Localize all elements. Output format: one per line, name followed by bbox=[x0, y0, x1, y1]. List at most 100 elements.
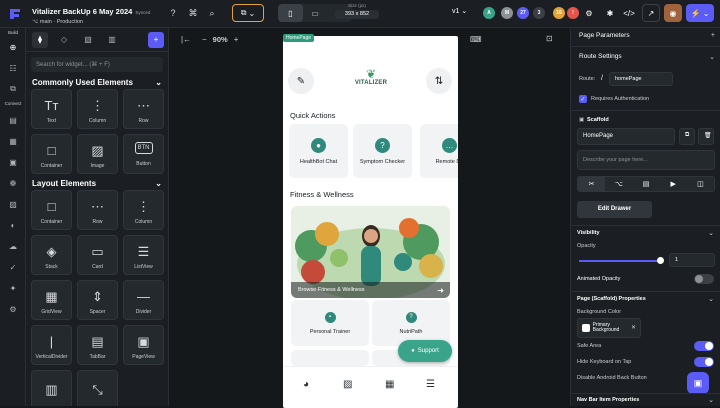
calendar-icon[interactable]: ▦ bbox=[385, 379, 394, 390]
preview-icon[interactable]: ◉ bbox=[664, 4, 682, 22]
widget-group-header[interactable]: Layout Elements ⌄ bbox=[26, 176, 168, 190]
command-icon[interactable]: ⌘ bbox=[186, 6, 200, 20]
widget-item[interactable]: ⋯ Row bbox=[123, 89, 164, 129]
quick-action-card[interactable]: ? Symptom Checker bbox=[353, 124, 412, 178]
route-input[interactable]: homePage bbox=[609, 72, 673, 86]
widget-item[interactable]: ⋮ Column bbox=[123, 190, 164, 230]
page-description-input[interactable]: Describe your page here... bbox=[577, 150, 715, 170]
widget-item[interactable]: ◈ Stack bbox=[31, 235, 72, 275]
widget-item[interactable]: □ Container bbox=[31, 134, 72, 174]
debug-icon[interactable]: ✱ bbox=[601, 4, 619, 22]
custom-widgets-tab[interactable]: ▥ bbox=[104, 32, 120, 48]
gallery-icon[interactable]: ▨ bbox=[343, 379, 352, 390]
keyboard-icon[interactable]: ⌨ bbox=[470, 35, 482, 44]
opacity-slider-thumb[interactable] bbox=[657, 257, 664, 264]
components-tab[interactable]: ◇ bbox=[56, 32, 72, 48]
animated-opacity-toggle[interactable] bbox=[694, 274, 714, 284]
widget-search-input[interactable]: Search for widget... (⌘ + F) bbox=[31, 57, 163, 72]
widget-item[interactable]: □ Container bbox=[31, 190, 72, 230]
widget-item[interactable]: BTN Button bbox=[123, 134, 164, 174]
widget-item[interactable]: ▦ GridView bbox=[31, 280, 72, 320]
delete-icon[interactable]: 🗑 bbox=[698, 128, 714, 145]
api-icon[interactable]: ▦ bbox=[6, 135, 20, 147]
widgets-icon[interactable]: ⊕ bbox=[6, 41, 20, 53]
agents-icon[interactable]: ✦ bbox=[6, 282, 20, 294]
support-button[interactable]: ● Support bbox=[398, 340, 452, 362]
layers-icon[interactable]: ◫ bbox=[687, 177, 714, 191]
widget-item[interactable]: ▨ Image bbox=[77, 134, 118, 174]
alert-badge[interactable]: ! bbox=[567, 7, 579, 19]
avatar[interactable]: M bbox=[501, 7, 513, 19]
size-display[interactable]: Size (px) 393 x 852 bbox=[335, 3, 379, 19]
zoom-out-button[interactable]: − bbox=[202, 35, 207, 44]
run-button[interactable]: ⚡ ⌄ bbox=[686, 4, 714, 22]
widget-item[interactable]: — Divider bbox=[123, 280, 164, 320]
widget-item[interactable]: ⋯ Row bbox=[77, 190, 118, 230]
phone-device-icon[interactable]: ▯ bbox=[278, 4, 303, 22]
device-selector[interactable]: ⧉ ⌄ bbox=[232, 4, 264, 22]
search-icon[interactable]: ⌕ bbox=[205, 6, 219, 20]
project-info[interactable]: Vitalizer BackUp 6 May 2024 Synced ⌥ main… bbox=[32, 2, 150, 26]
theme-icon[interactable]: ◐ bbox=[6, 219, 20, 231]
opacity-input[interactable]: 1 bbox=[669, 253, 715, 267]
widget-item[interactable]: ⇕ Spacer bbox=[77, 280, 118, 320]
widget-item[interactable]: ▣ PageView bbox=[123, 325, 164, 365]
chat-icon[interactable]: ▣ bbox=[687, 372, 709, 394]
copy-icon[interactable]: ⧉ bbox=[679, 128, 695, 145]
settings-icon[interactable]: ⚙ bbox=[580, 4, 598, 22]
sort-icon[interactable]: ⇅ bbox=[426, 68, 452, 94]
edit-icon[interactable]: ✎ bbox=[288, 68, 314, 94]
code-icon[interactable]: </> bbox=[620, 4, 638, 22]
avatar[interactable]: 27 bbox=[517, 7, 529, 19]
tool-icon[interactable]: ✂ bbox=[578, 177, 606, 191]
card[interactable] bbox=[291, 350, 369, 366]
notification-badge[interactable]: 16 bbox=[553, 7, 565, 19]
add-widget-button[interactable]: + bbox=[148, 31, 164, 48]
fitness-hero-image[interactable]: Browse Fitness & Wellness ➜ bbox=[291, 206, 450, 298]
tablet-device-icon[interactable]: ▭ bbox=[303, 4, 328, 22]
widget-item[interactable]: ⋮ Column bbox=[77, 89, 118, 129]
pie-chart-icon[interactable]: ◕ bbox=[303, 379, 309, 390]
collapse-panel-icon[interactable]: |← bbox=[181, 35, 191, 44]
help-icon[interactable]: ? bbox=[166, 6, 180, 20]
widget-item[interactable]: Tт Text bbox=[31, 89, 72, 129]
widget-item[interactable]: ▤ TabBar bbox=[77, 325, 118, 365]
edit-drawer-button[interactable]: Edit Drawer bbox=[577, 201, 652, 218]
table-icon[interactable]: ▤ bbox=[632, 177, 659, 191]
pages-icon[interactable]: ⧉ bbox=[6, 83, 20, 95]
widget-item[interactable]: ⤡ bbox=[77, 370, 118, 406]
logic-icon[interactable]: ⌥ bbox=[605, 177, 632, 191]
widget-item[interactable]: ☰ ListView bbox=[123, 235, 164, 275]
add-icon[interactable]: + bbox=[711, 32, 715, 39]
list-icon[interactable]: ☰ bbox=[426, 379, 435, 390]
requires-auth-checkbox[interactable]: ✓ bbox=[579, 95, 587, 103]
opacity-slider[interactable] bbox=[579, 260, 661, 262]
data-icon[interactable]: ▤ bbox=[6, 114, 20, 126]
widget-tree-icon[interactable]: ☷ bbox=[6, 62, 20, 74]
share-icon[interactable]: ↗ bbox=[642, 4, 660, 22]
play-icon[interactable]: ▶ bbox=[660, 177, 687, 191]
integrations-icon[interactable]: ❁ bbox=[6, 177, 20, 189]
quick-action-card[interactable]: … Remote Do bbox=[420, 124, 458, 178]
schema-icon[interactable]: ▣ bbox=[6, 156, 20, 168]
tests-icon[interactable]: ✓ bbox=[6, 261, 20, 273]
widget-item[interactable]: ▭ Card bbox=[77, 235, 118, 275]
clear-icon[interactable]: ✕ bbox=[631, 324, 636, 331]
settings-icon[interactable]: ⚙ bbox=[6, 303, 20, 315]
zoom-in-button[interactable]: + bbox=[234, 35, 239, 44]
widget-item[interactable]: ▥ bbox=[31, 370, 72, 406]
flutterflow-widgets-tab[interactable]: ⧫ bbox=[32, 31, 48, 48]
widget-item[interactable]: | VerticalDivider bbox=[31, 325, 72, 365]
avatar[interactable]: 3 bbox=[533, 7, 545, 19]
cloud-icon[interactable]: ☁ bbox=[6, 240, 20, 252]
safe-area-toggle[interactable] bbox=[694, 341, 714, 351]
service-card[interactable]: ▪ Personal Trainer bbox=[291, 300, 369, 346]
avatar[interactable]: A bbox=[483, 7, 495, 19]
page-parameters-header[interactable]: Page Parameters + bbox=[571, 32, 720, 44]
hide-keyboard-toggle[interactable] bbox=[694, 357, 714, 367]
page-name-input[interactable]: HomePage bbox=[577, 128, 675, 145]
media-icon[interactable]: ▨ bbox=[6, 198, 20, 210]
canvas-settings-icon[interactable]: ⊡ bbox=[546, 34, 553, 43]
quick-action-card[interactable]: ● HealthBot Chat bbox=[289, 124, 348, 178]
route-settings-header[interactable]: Route Settings ⌄ bbox=[571, 53, 720, 65]
